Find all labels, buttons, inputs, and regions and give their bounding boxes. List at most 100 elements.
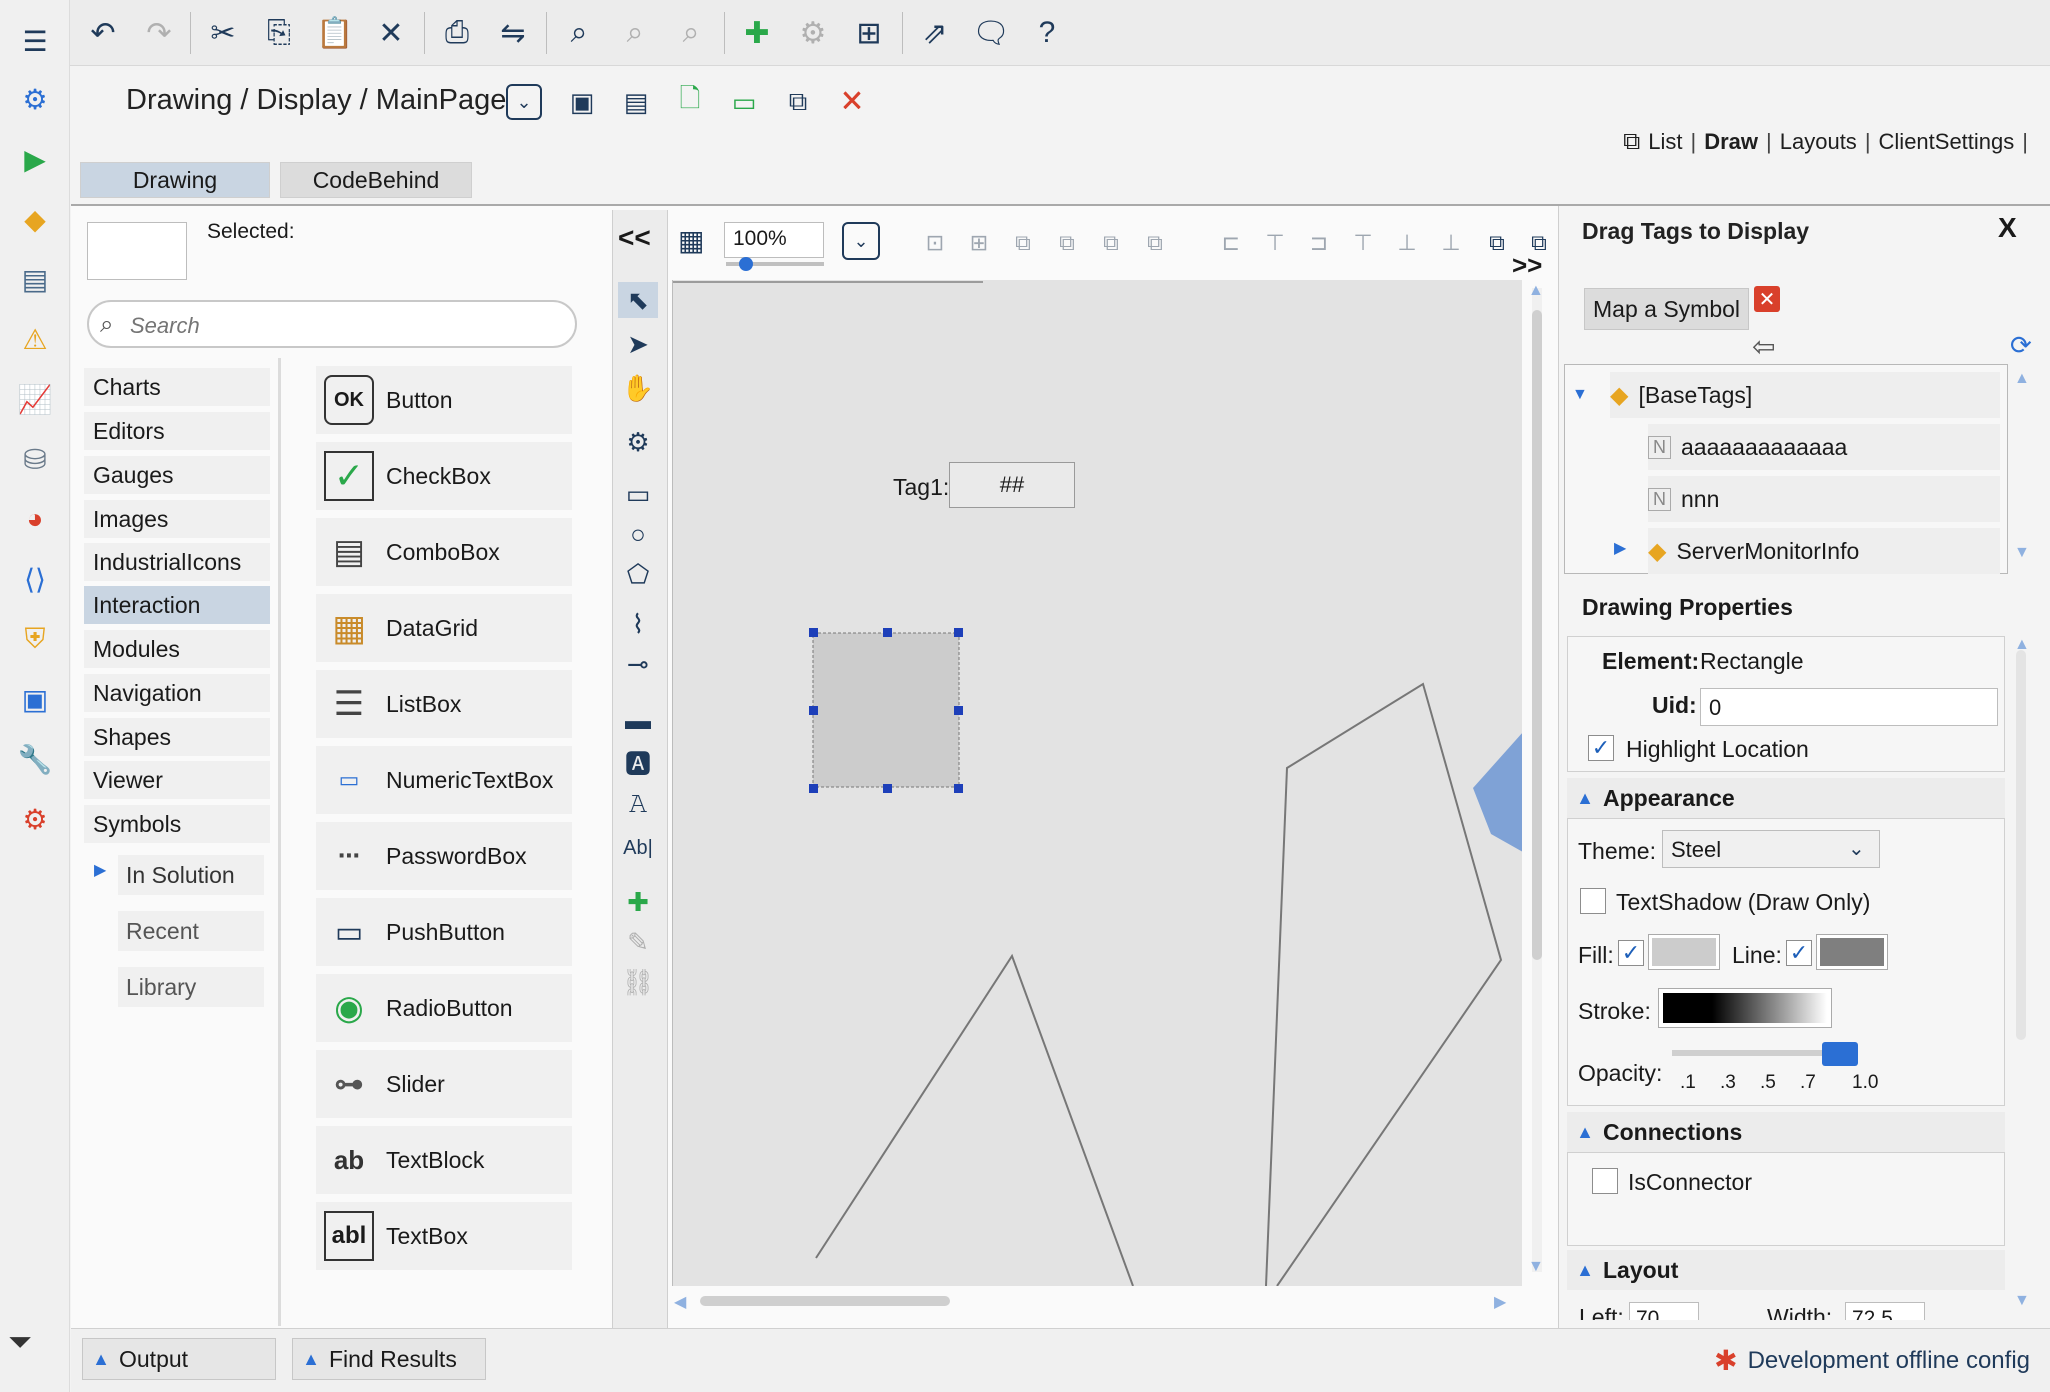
tool-settings-gear-icon[interactable]: ⚙ bbox=[618, 424, 658, 460]
tree-icon[interactable]: ⊞ bbox=[848, 12, 890, 54]
zoom-in-icon[interactable]: ⌕ bbox=[614, 12, 656, 54]
chevron-down-icon[interactable]: ⌄ bbox=[1848, 836, 1865, 861]
textblock-tool-icon[interactable]: Ab| bbox=[618, 830, 658, 866]
list-view-icon[interactable]: ⧉ bbox=[1623, 128, 1640, 156]
tab-drawing[interactable]: Drawing bbox=[80, 162, 270, 198]
clear-mapping-icon[interactable]: ✕ bbox=[1754, 286, 1780, 312]
component-radiobutton[interactable]: ◉ RadioButton bbox=[316, 974, 572, 1042]
connector-tool-icon[interactable]: ⊸ bbox=[618, 646, 658, 682]
send-backward-icon[interactable]: ⧉ bbox=[1094, 228, 1128, 258]
tree-item-servermonitorinfo[interactable]: ◆ ServerMonitorInfo bbox=[1648, 528, 2000, 574]
displays-icon[interactable]: ▣ bbox=[18, 682, 52, 716]
layout-header[interactable]: ▲ Layout bbox=[1567, 1250, 2005, 1290]
search-input[interactable] bbox=[128, 312, 558, 340]
horizontal-scroll-thumb[interactable] bbox=[700, 1296, 950, 1306]
status-indicator[interactable]: ✱ Development offline config bbox=[1714, 1344, 2030, 1377]
print-icon[interactable]: ⎙ bbox=[436, 12, 478, 54]
scroll-up-arrow-icon[interactable]: ▲ bbox=[1528, 282, 1544, 300]
scroll-right-arrow-icon[interactable]: ▶ bbox=[1494, 1292, 1506, 1312]
list-link[interactable]: List bbox=[1648, 129, 1682, 155]
zoom-out-icon[interactable]: ⌕ bbox=[670, 12, 712, 54]
tag-settings-icon[interactable]: ⚙ bbox=[792, 12, 834, 54]
historian-chart-icon[interactable]: 📈 bbox=[18, 382, 53, 416]
component-passwordbox[interactable]: ⋯ PasswordBox bbox=[316, 822, 572, 890]
stroke-selector[interactable] bbox=[1658, 988, 1832, 1028]
category-viewer[interactable]: Viewer bbox=[84, 761, 270, 799]
subcategory-in-solution[interactable]: In Solution bbox=[118, 855, 264, 895]
save-icon[interactable]: ▣ bbox=[564, 84, 600, 120]
align-top-icon[interactable]: ⊤ bbox=[1346, 228, 1380, 258]
new-display-icon[interactable]: 🗋 bbox=[672, 83, 708, 120]
send-back-icon[interactable]: ⧉ bbox=[1138, 228, 1172, 258]
save-all-icon[interactable]: ▤ bbox=[618, 84, 654, 120]
distribute-icon[interactable]: ⧉ bbox=[1480, 228, 1514, 258]
category-images[interactable]: Images bbox=[84, 500, 270, 538]
properties-scrollbar[interactable] bbox=[2016, 650, 2026, 1040]
line-color-swatch[interactable] bbox=[1816, 934, 1888, 970]
properties-scroll-up-icon[interactable]: ▲ bbox=[2014, 636, 2030, 654]
output-button[interactable]: ▲ Output bbox=[82, 1338, 276, 1380]
category-editors[interactable]: Editors bbox=[84, 412, 270, 450]
expand-arrow-icon[interactable]: ▶ bbox=[94, 860, 106, 880]
align-right-icon[interactable]: ⊐ bbox=[1302, 228, 1336, 258]
add-symbol-icon[interactable]: ✚ bbox=[618, 884, 658, 920]
delete-display-icon[interactable]: 🗙 bbox=[834, 83, 870, 120]
component-numerictextbox[interactable]: ▭ NumericTextBox bbox=[316, 746, 572, 814]
isconnector-checkbox[interactable] bbox=[1592, 1168, 1618, 1194]
reports-pie-icon[interactable]: ◕ bbox=[18, 502, 52, 536]
polygon-tool-icon[interactable]: ⬠ bbox=[618, 556, 658, 592]
refresh-icon[interactable]: ⟳ bbox=[2010, 330, 2032, 361]
properties-scroll-down-icon[interactable]: ▼ bbox=[2014, 1292, 2030, 1310]
comment-icon[interactable]: 🗨 bbox=[970, 12, 1012, 54]
category-interaction[interactable]: Interaction bbox=[84, 586, 270, 624]
tab-codebehind[interactable]: CodeBehind bbox=[280, 162, 472, 198]
ungroup-icon[interactable]: ⊞ bbox=[962, 228, 996, 258]
cut-icon[interactable]: ✂ bbox=[202, 12, 244, 54]
category-symbols[interactable]: Symbols bbox=[84, 805, 270, 843]
connections-header[interactable]: ▲ Connections bbox=[1567, 1112, 2005, 1152]
layouts-link[interactable]: Layouts bbox=[1780, 129, 1857, 155]
appearance-header[interactable]: ▲ Appearance bbox=[1567, 778, 2005, 818]
close-panel-button[interactable]: X bbox=[1998, 212, 2017, 244]
category-navigation[interactable]: Navigation bbox=[84, 674, 270, 712]
uid-field[interactable]: 0 bbox=[1700, 688, 1998, 726]
edit-symbol-icon[interactable]: ✎ bbox=[618, 924, 658, 960]
scripts-icon[interactable]: ⟨⟩ bbox=[18, 562, 52, 596]
open-external-icon[interactable]: ⇗ bbox=[914, 12, 956, 54]
left-field[interactable]: 70 bbox=[1629, 1302, 1699, 1320]
link-symbol-icon[interactable]: ⛓ bbox=[618, 964, 658, 1000]
component-listbox[interactable]: ☰ ListBox bbox=[316, 670, 572, 738]
component-datagrid[interactable]: ▦ DataGrid bbox=[316, 594, 572, 662]
pan-hand-icon[interactable]: ✋ bbox=[618, 370, 658, 406]
fill-color-swatch[interactable] bbox=[1648, 934, 1720, 970]
scroll-left-arrow-icon[interactable]: ◀ bbox=[674, 1292, 686, 1312]
find-results-button[interactable]: ▲ Find Results bbox=[292, 1338, 486, 1380]
align-bottom-icon[interactable]: ⊥ bbox=[1434, 228, 1468, 258]
settings-gear-icon[interactable]: ⚙ bbox=[18, 82, 52, 116]
textshadow-checkbox[interactable] bbox=[1580, 888, 1606, 914]
vertical-scroll-thumb[interactable] bbox=[1532, 310, 1542, 960]
copy-icon[interactable]: ⎘ bbox=[258, 12, 300, 54]
line-checkbox[interactable]: ✓ bbox=[1786, 940, 1812, 966]
duplicate-display-icon[interactable]: ⧉ bbox=[780, 84, 816, 120]
zoom-level-input[interactable]: 100% bbox=[724, 222, 824, 258]
subcategory-recent[interactable]: Recent bbox=[118, 911, 264, 951]
grid-icon[interactable]: ▦ bbox=[678, 224, 704, 257]
hamburger-menu-icon[interactable]: ☰ bbox=[18, 24, 52, 58]
expand-right-button[interactable]: >> bbox=[1512, 250, 1542, 281]
zoom-slider-knob[interactable] bbox=[738, 257, 753, 271]
component-pushbutton[interactable]: ▭ PushButton bbox=[316, 898, 572, 966]
align-center-icon[interactable]: ⊤ bbox=[1258, 228, 1292, 258]
component-textblock[interactable]: ab TextBlock bbox=[316, 1126, 572, 1194]
tag-value-box[interactable]: ## bbox=[949, 462, 1075, 508]
security-shield-icon[interactable]: ⛨ bbox=[18, 622, 52, 656]
redo-icon[interactable]: ↷ bbox=[138, 12, 180, 54]
component-checkbox[interactable]: ✓ CheckBox bbox=[316, 442, 572, 510]
text-box-tool-icon[interactable]: 🅰 bbox=[618, 744, 658, 780]
bring-front-icon[interactable]: ⧉ bbox=[1006, 228, 1040, 258]
undo-icon[interactable]: ↶ bbox=[82, 12, 124, 54]
page-dropdown-chevron-icon[interactable]: ⌄ bbox=[506, 84, 542, 120]
compare-icon[interactable]: ⇋ bbox=[492, 12, 534, 54]
client-settings-link[interactable]: ClientSettings bbox=[1879, 129, 2015, 155]
bring-forward-icon[interactable]: ⧉ bbox=[1050, 228, 1084, 258]
